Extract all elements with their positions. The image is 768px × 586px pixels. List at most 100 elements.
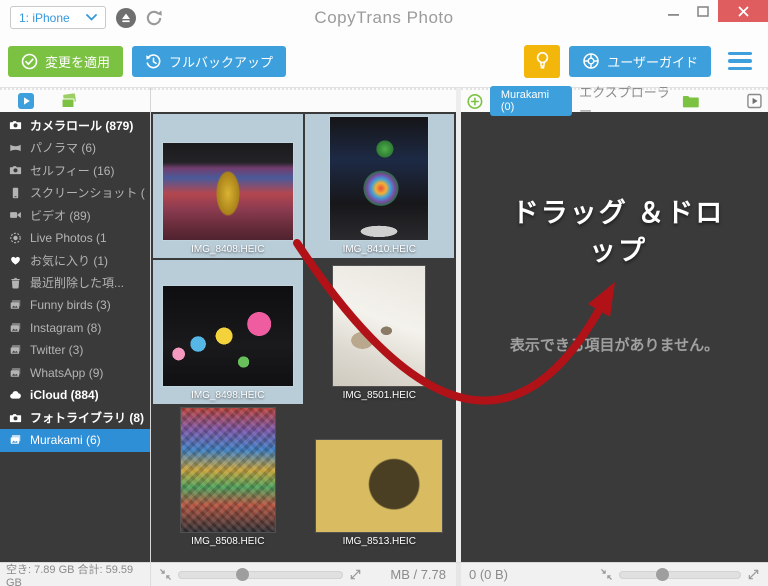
life-ring-icon <box>583 53 599 69</box>
phone-icon <box>8 187 23 199</box>
photo-grid-panel: IMG_8408.HEIC IMG_8410.HEIC IMG_8498.HEI… <box>151 88 461 562</box>
sidebar-item-whatsapp[interactable]: WhatsApp (9) <box>0 362 150 385</box>
cloud-icon <box>8 389 23 401</box>
disk-status-text: 空き: 7.89 GB 合計: 59.59 GB <box>6 563 134 586</box>
eject-device-button[interactable] <box>115 7 136 28</box>
slider-thumb[interactable] <box>655 567 669 581</box>
photo-item[interactable]: IMG_8501.HEIC <box>305 260 455 404</box>
expand-thumbnails-icon[interactable] <box>349 568 362 581</box>
sidebar-header <box>0 88 150 112</box>
play-device-icon[interactable] <box>18 93 34 109</box>
apply-changes-button[interactable]: 変更を適用 <box>8 45 124 77</box>
photo-thumbnail <box>162 286 293 386</box>
thumbnail-size-slider[interactable] <box>619 567 741 581</box>
user-guide-button[interactable]: ユーザーガイド <box>569 45 711 77</box>
grid-status: MB / 7.78 <box>151 563 461 586</box>
sidebar-item-label: お気に入り (1) <box>30 253 109 268</box>
grid-size-status: MB / 7.78 <box>390 567 446 582</box>
sidebar-item-screenshots[interactable]: スクリーンショット ( <box>0 182 150 205</box>
sidebar-item-photo-library[interactable]: フォトライブラリ (8) <box>0 407 150 430</box>
refresh-button[interactable] <box>145 9 163 27</box>
photo-item[interactable]: IMG_8508.HEIC <box>153 406 303 550</box>
play-explorer-icon[interactable] <box>747 93 762 109</box>
photo-grid: IMG_8408.HEIC IMG_8410.HEIC IMG_8498.HEI… <box>151 112 456 562</box>
photo-thumbnail <box>333 266 426 386</box>
close-button[interactable] <box>718 0 768 22</box>
target-panel-header: Murakami (0) エクスプローラー <box>461 85 768 119</box>
photo-item[interactable]: IMG_8513.HEIC <box>305 406 455 550</box>
sidebar-item-label: スクリーンショット ( <box>30 186 145 201</box>
photo-item[interactable]: IMG_8410.HEIC <box>304 114 454 258</box>
close-icon <box>738 6 748 16</box>
sidebar-item-label: Funny birds (3) <box>30 298 111 313</box>
sidebar-item-icloud[interactable]: iCloud (884) <box>0 384 150 407</box>
check-circle-icon <box>21 53 38 69</box>
photo-item[interactable]: IMG_8498.HEIC <box>153 260 303 404</box>
expand-thumbnails-icon[interactable] <box>747 568 760 581</box>
camera-icon <box>8 412 23 424</box>
sidebar-item-videos[interactable]: ビデオ (89) <box>0 204 150 227</box>
device-selector[interactable]: 1: iPhone <box>10 6 106 29</box>
window-controls <box>658 0 768 22</box>
thumbnail-size-slider[interactable] <box>178 567 343 581</box>
photo-filename: IMG_8408.HEIC <box>191 244 265 255</box>
minimize-icon <box>667 13 679 16</box>
album-icon <box>8 434 23 446</box>
toolbar: 変更を適用 フルバックアップ ユーザーガイド <box>0 35 768 88</box>
collapse-thumbnails-icon[interactable] <box>159 568 172 581</box>
sidebar-item-favorites[interactable]: お気に入り (1) <box>0 249 150 272</box>
target-status: 0 (0 B) <box>461 563 768 586</box>
tips-button[interactable] <box>524 44 561 78</box>
sidebar-item-label: フォトライブラリ (8) <box>30 411 145 426</box>
sidebar-item-instagram[interactable]: Instagram (8) <box>0 317 150 340</box>
photo-filename: IMG_8498.HEIC <box>191 390 265 401</box>
history-icon <box>146 53 161 68</box>
eject-icon <box>121 13 130 22</box>
sidebar-item-label: カメラロール (879) <box>30 118 134 133</box>
sidebar-item-funny-birds[interactable]: Funny birds (3) <box>0 294 150 317</box>
sidebar-item-label: Live Photos (1 <box>30 230 107 245</box>
menu-button[interactable] <box>728 51 752 71</box>
maximize-button[interactable] <box>688 0 718 22</box>
maximize-icon <box>697 5 709 17</box>
sidebar-item-murakami[interactable]: Murakami (6) <box>0 429 150 452</box>
photo-filename: IMG_8508.HEIC <box>191 536 265 547</box>
photo-thumbnail <box>316 440 443 532</box>
sidebar-item-selfies[interactable]: セルフィー (16) <box>0 159 150 182</box>
album-icon <box>8 344 23 356</box>
drop-zone[interactable]: ドラッグ ＆ドロップ 表示できる項目がありません。 <box>461 112 768 562</box>
main-area: カメラロール (879) パノラマ (6) セルフィー (16) スクリーンショ… <box>0 85 768 562</box>
chevron-down-icon <box>85 14 97 21</box>
sidebar-item-recently-deleted[interactable]: 最近削除した項... <box>0 272 150 295</box>
photo-filename: IMG_8513.HEIC <box>342 536 416 547</box>
album-icon <box>8 322 23 334</box>
folder-icon[interactable] <box>682 94 700 109</box>
photos-stack-icon[interactable] <box>60 93 78 109</box>
sidebar-item-panorama[interactable]: パノラマ (6) <box>0 137 150 160</box>
sidebar-item-label: WhatsApp (9) <box>30 365 104 380</box>
heart-icon <box>8 254 23 266</box>
sidebar-item-live-photos[interactable]: Live Photos (1 <box>0 227 150 250</box>
minimize-button[interactable] <box>658 0 688 22</box>
photo-thumbnail <box>330 117 429 240</box>
add-album-button[interactable] <box>467 93 483 110</box>
collapse-thumbnails-icon[interactable] <box>600 568 613 581</box>
disk-status: 空き: 7.89 GB 合計: 59.59 GB <box>0 563 151 586</box>
sidebar-item-camera-roll[interactable]: カメラロール (879) <box>0 114 150 137</box>
sidebar-item-twitter[interactable]: Twitter (3) <box>0 339 150 362</box>
user-guide-label: ユーザーガイド <box>607 54 698 70</box>
empty-message: 表示できる項目がありません。 <box>509 337 720 354</box>
sidebar-item-label: Twitter (3) <box>30 343 84 358</box>
refresh-icon <box>146 10 162 25</box>
status-bar: 空き: 7.89 GB 合計: 59.59 GB MB / 7.78 0 (0 … <box>0 562 768 586</box>
photo-item[interactable]: IMG_8408.HEIC <box>153 114 303 258</box>
slider-thumb[interactable] <box>235 567 249 581</box>
apply-changes-label: 変更を適用 <box>45 54 111 70</box>
full-backup-button[interactable]: フルバックアップ <box>132 45 287 77</box>
sidebar-item-label: Murakami (6) <box>30 433 101 448</box>
sidebar-item-label: パノラマ (6) <box>30 141 97 156</box>
sidebar-panel: カメラロール (879) パノラマ (6) セルフィー (16) スクリーンショ… <box>0 88 151 562</box>
sidebar-item-label: iCloud (884) <box>30 388 99 403</box>
photo-filename: IMG_8501.HEIC <box>342 390 416 401</box>
panorama-icon <box>8 142 23 154</box>
